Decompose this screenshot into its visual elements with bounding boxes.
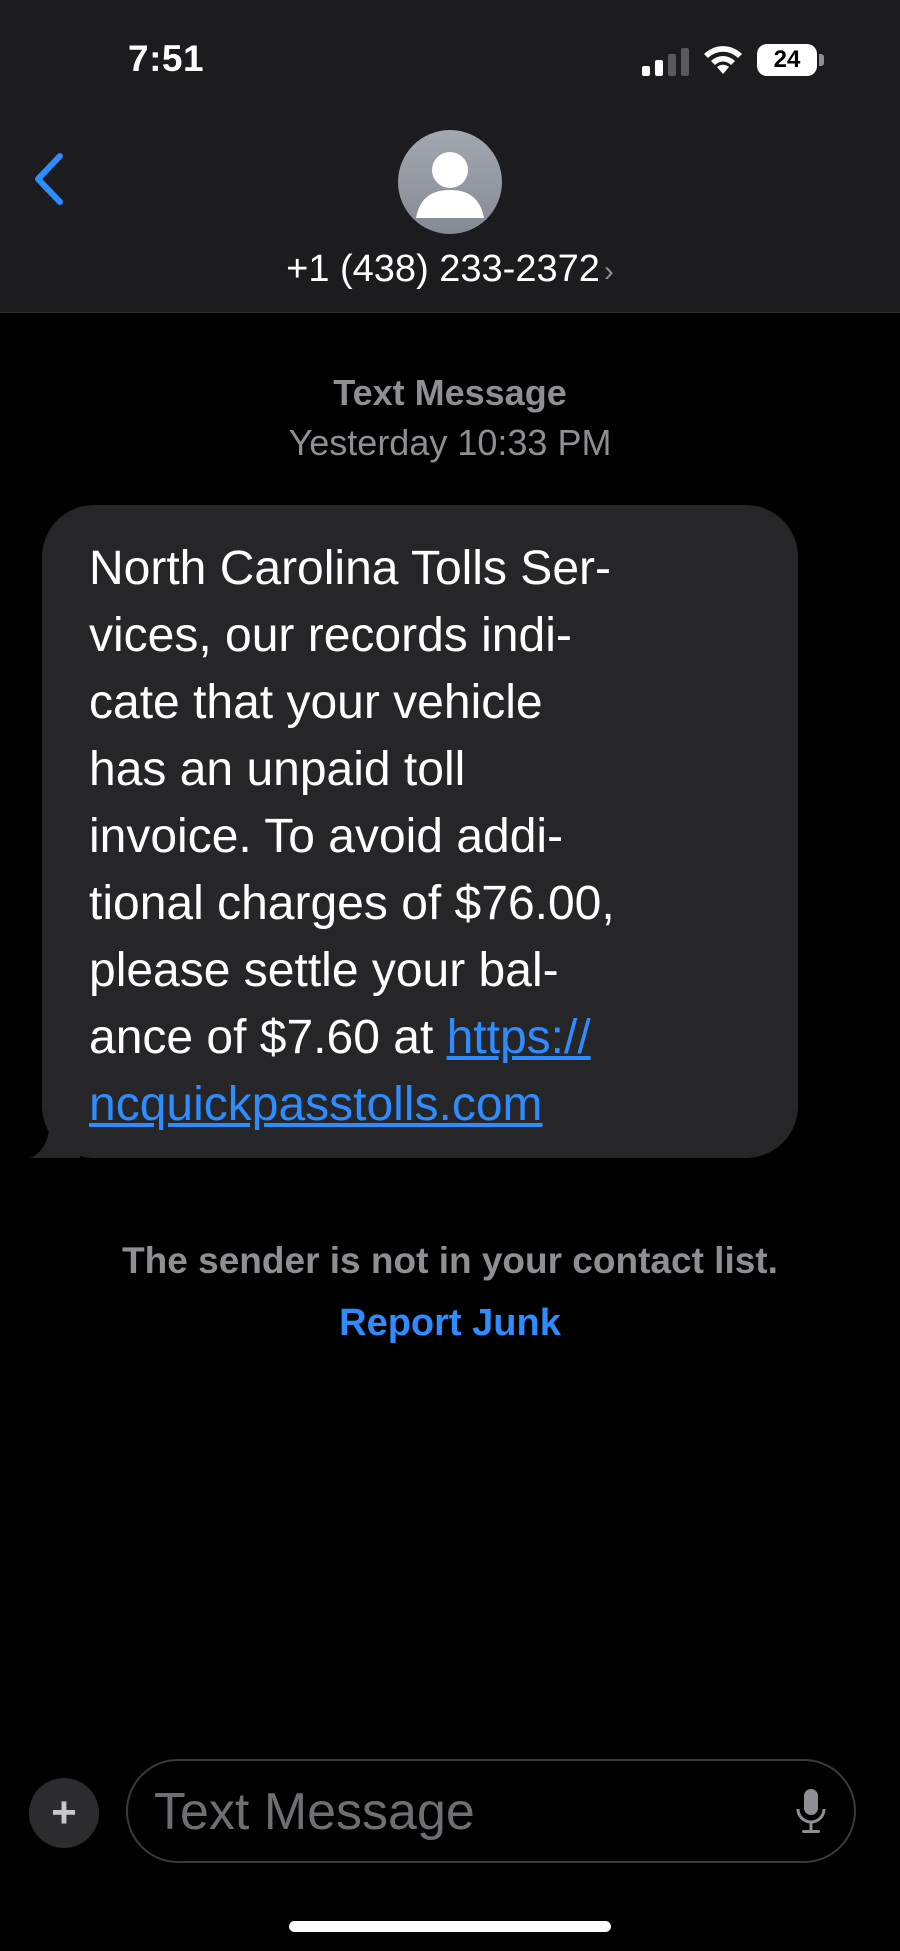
message-line: invoice. To avoid addi- xyxy=(89,810,564,863)
message-line: vices, our records indi- xyxy=(89,609,572,662)
battery-tip xyxy=(819,54,824,66)
report-junk-link[interactable]: Report Junk xyxy=(0,1302,900,1345)
incoming-message-bubble[interactable]: North Carolina Tolls Ser- vices, our rec… xyxy=(42,505,798,1158)
message-meta: Text Message Yesterday 10:33 PM xyxy=(0,368,900,468)
contact-number[interactable]: +1 (438) 233-2372 › xyxy=(0,248,900,291)
contact-number-text: +1 (438) 233-2372 xyxy=(286,248,600,290)
message-line: please settle your bal- xyxy=(89,944,559,997)
wifi-icon xyxy=(704,46,742,74)
chevron-right-icon: › xyxy=(603,255,614,288)
back-chevron-icon[interactable] xyxy=(30,152,70,206)
message-composer[interactable] xyxy=(126,1759,856,1863)
message-line: ance of $7.60 at https:// xyxy=(89,1004,758,1071)
plus-button[interactable]: + xyxy=(29,1778,99,1848)
signal-icon xyxy=(642,48,689,76)
plus-icon: + xyxy=(51,1788,77,1837)
status-time: 7:51 xyxy=(128,38,205,79)
battery-icon: 24 xyxy=(757,44,817,76)
message-line: tional charges of $76.00, xyxy=(89,877,615,930)
message-input[interactable] xyxy=(154,1775,754,1849)
message-link[interactable]: https:// xyxy=(447,1011,591,1064)
battery-level: 24 xyxy=(773,46,801,73)
message-link[interactable]: ncquickpasstolls.com xyxy=(89,1078,543,1131)
unknown-sender-notice: The sender is not in your contact list. xyxy=(122,1240,778,1281)
home-indicator xyxy=(289,1921,611,1932)
conversation-header: 7:51 24 +1 (438) 233-2372 › xyxy=(0,0,900,313)
messages-screen: 7:51 24 +1 (438) 233-2372 › Text Message… xyxy=(0,0,900,1951)
message-line: ncquickpasstolls.com xyxy=(89,1071,758,1138)
message-line: cate that your vehicle xyxy=(89,676,543,729)
service-label: Text Message xyxy=(333,372,567,413)
message-line: North Carolina Tolls Ser- xyxy=(89,542,611,595)
message-line-text: ance of $7.60 at xyxy=(89,1011,447,1064)
person-silhouette xyxy=(416,152,484,218)
microphone-icon[interactable] xyxy=(796,1789,826,1835)
message-line: has an unpaid toll xyxy=(89,743,466,796)
contact-avatar-icon[interactable] xyxy=(398,130,502,234)
message-timestamp: Yesterday 10:33 PM xyxy=(288,422,612,463)
